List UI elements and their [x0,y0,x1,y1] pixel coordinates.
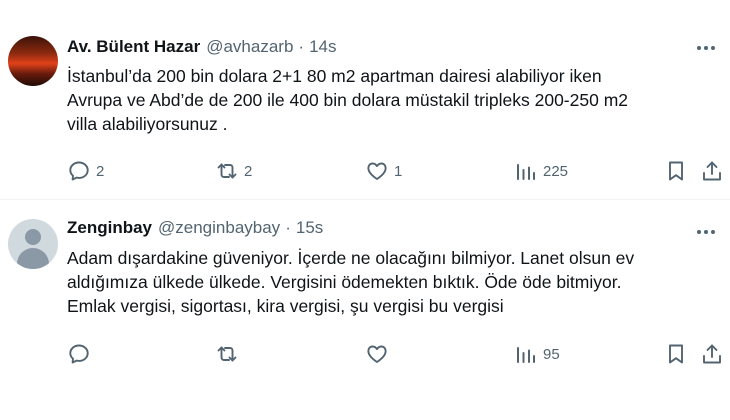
bookmark-button[interactable] [664,340,688,368]
share-icon [703,161,721,181]
separator-dot: · [285,218,291,237]
default-avatar-head [25,229,41,245]
avatar[interactable] [8,36,58,86]
like-icon [367,345,387,363]
avatar[interactable] [8,219,58,269]
author-handle[interactable]: @avhazarb [206,37,293,57]
action-bar: 95 [0,340,730,368]
tweet-text-line: Avrupa ve Abd’de de 200 ile 400 bin dola… [67,90,628,110]
separator-dot: · [298,37,305,56]
tweet-text-line: Emlak vergisi, sigortası, kira vergisi, … [67,296,504,316]
share-button[interactable] [700,340,724,368]
tweet-feed: Av. Bülent Hazar @avhazarb · 14s İstanbu… [0,0,730,420]
reply-button[interactable] [67,340,96,368]
tweet-text-line: aldığımıza ülkede ülkede. Vergisini ödem… [67,272,622,292]
timestamp[interactable]: 14s [309,37,336,57]
bookmark-icon [669,344,683,364]
more-icon[interactable] [694,38,718,58]
bookmark-button[interactable] [664,157,688,185]
timestamp[interactable]: 15s [296,218,323,238]
tweet-text-line: villa alabiliyorsunuz . [67,114,228,134]
views-icon [517,164,535,180]
repost-button[interactable] [215,340,244,368]
tweet-header: Av. Bülent Hazar @avhazarb · 14s [67,37,337,57]
share-icon [703,344,721,364]
reply-count: 2 [96,162,105,180]
reply-button[interactable]: 2 [67,157,104,185]
more-icon[interactable] [694,222,718,242]
repost-icon [217,163,237,179]
author-handle[interactable]: @zenginbaybay [158,218,280,238]
repost-button[interactable]: 2 [215,157,252,185]
repost-icon [217,346,237,362]
tweet-text-line: Adam dışardakine güveniyor. İçerde ne ol… [67,248,635,268]
like-icon [367,162,387,180]
author-name[interactable]: Zenginbay [67,218,152,238]
views-icon [517,347,535,363]
views-button[interactable]: 95 [514,340,560,368]
action-bar: 2 2 1 225 [0,157,730,185]
views-count: 95 [543,345,560,363]
views-button[interactable]: 225 [514,157,568,185]
tweet-text: Adam dışardakine güveniyor. İçerde ne ol… [67,246,717,318]
author-name[interactable]: Av. Bülent Hazar [67,37,200,57]
views-count: 225 [543,162,569,180]
bookmark-icon [669,161,683,181]
repost-count: 2 [244,162,253,180]
tweet-header: Zenginbay @zenginbaybay · 15s [67,218,323,238]
like-button[interactable]: 1 [365,157,402,185]
like-count: 1 [394,162,403,180]
tweet[interactable]: Zenginbay @zenginbaybay · 15s Adam dışar… [0,200,730,420]
like-button[interactable] [365,340,394,368]
reply-icon [69,161,89,181]
tweet-text: İstanbul’da 200 bin dolara 2+1 80 m2 apa… [67,64,717,136]
default-avatar-body [17,248,49,269]
tweet-text-line: İstanbul’da 200 bin dolara 2+1 80 m2 apa… [67,66,602,86]
reply-icon [69,344,89,364]
tweet[interactable]: Av. Bülent Hazar @avhazarb · 14s İstanbu… [0,0,730,200]
share-button[interactable] [700,157,724,185]
